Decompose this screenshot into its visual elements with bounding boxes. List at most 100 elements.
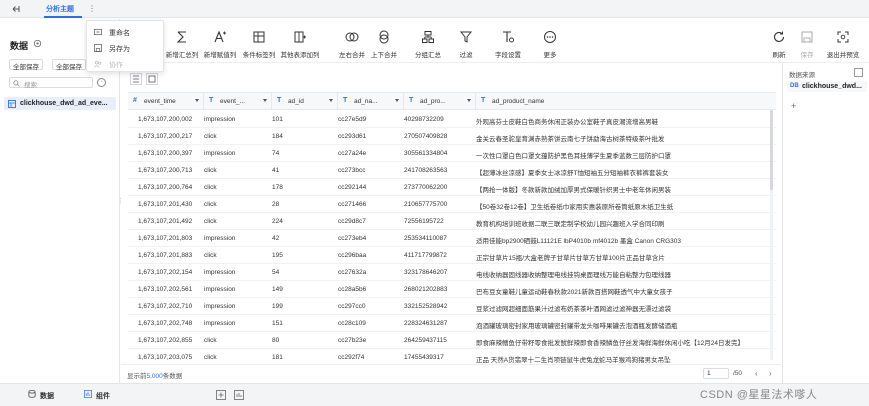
table-row[interactable]: 1,673,107,201,430 click 28 cc271466 21065777… [128, 196, 776, 213]
table-cell: 181 [272, 354, 283, 361]
table-cell: 268021202883 [404, 286, 448, 293]
chevron-down-icon[interactable] [395, 99, 399, 102]
join-icon [345, 32, 359, 42]
expand-icon[interactable] [854, 68, 863, 77]
column-header[interactable]: T event_... [204, 93, 272, 110]
table-row[interactable]: 1,673,107,201,492 click 224 cc29d8c7 7255619… [128, 213, 776, 230]
exit-preview-button[interactable]: 退出并预览 [823, 19, 863, 63]
table-cell: 241708263563 [404, 167, 448, 174]
column-type-icon: T [409, 97, 414, 104]
more-button[interactable]: 更多 [537, 19, 563, 63]
table-cell: cc27e5d9 [338, 116, 367, 123]
source-item[interactable]: DB clickhouse_dwd... [787, 81, 867, 92]
column-header[interactable]: T ad_id [272, 93, 338, 110]
page-total: /50 [733, 370, 743, 377]
table-cell: 199 [272, 303, 283, 310]
save-button[interactable]: 保存 [797, 19, 817, 63]
source-name: clickhouse_dwd... [802, 83, 862, 90]
field-settings-button[interactable]: 字段设置 [491, 19, 525, 63]
chevron-down-icon[interactable] [263, 99, 267, 102]
group-summary-button[interactable]: 分组汇总 [411, 19, 445, 63]
search-input[interactable]: 搜索 [9, 77, 93, 89]
table-row[interactable]: 1,673,107,200,397 impression 74 cc27a24e 305… [128, 145, 776, 162]
add-summary-column-button[interactable]: 新增汇总列 [163, 19, 201, 63]
add-dataset-icon[interactable] [216, 390, 226, 400]
table-cell: 1,673,107,200,217 [138, 133, 193, 140]
tool-label: 过滤 [459, 52, 473, 59]
column-type-icon: T [277, 97, 282, 104]
table-row[interactable]: 1,673,107,202,855 click 80 cc27b23e 26425943… [128, 332, 776, 349]
table-cell: cc297cc0 [338, 303, 366, 310]
table-cell: 224 [272, 218, 283, 225]
column-header[interactable]: T ad_na... [338, 93, 404, 110]
page-input[interactable]: 1 [703, 368, 729, 379]
column-header[interactable]: T ad_pro... [404, 93, 476, 110]
table-cell: impression [204, 150, 236, 157]
formula-column-icon [214, 30, 226, 43]
chevron-down-icon[interactable] [467, 99, 471, 102]
add-formula-column-button[interactable]: 新增赋值列 [201, 19, 239, 63]
add-component-icon[interactable] [234, 390, 244, 400]
table-row[interactable]: 1,673,107,202,154 impression 54 cc27632a 323… [128, 264, 776, 281]
left-right-join-button[interactable]: 左右合并 [335, 19, 369, 63]
tab-more-icon[interactable]: ⋮ [88, 5, 96, 15]
column-header[interactable]: # event_time [128, 93, 204, 110]
table-cell: 17455439317 [404, 354, 444, 361]
table-cell: cc296baa [338, 252, 367, 259]
data-table: # event_time T event_... T ad_id T ad_na… [128, 92, 776, 364]
table-row[interactable]: 1,673,107,200,217 click 184 cc293d61 2705074… [128, 128, 776, 145]
table-row[interactable]: 1,673,107,200,002 impression 101 cc27e5d9 40… [128, 111, 776, 128]
next-page-icon[interactable]: › [769, 369, 772, 378]
table-cell: 184 [272, 133, 283, 140]
table-cell: impression [204, 269, 236, 276]
table-cell: 1,673,107,202,855 [138, 337, 193, 344]
save-all-button-2[interactable]: 全部保存 [52, 59, 86, 71]
table-cell: 【两抢一体版】冬款新款加绒加厚男式保暖针织男士中老年休闲男装 [476, 187, 671, 194]
tab-analysis-topic[interactable]: 分析主题 [46, 4, 74, 14]
bottom-tab-label: 组件 [96, 393, 110, 400]
table-row[interactable]: 1,673,107,202,710 impression 199 cc297cc0 33… [128, 298, 776, 315]
filter-button[interactable]: 过滤 [453, 19, 479, 63]
bottom-tab-data[interactable]: 数据 [28, 388, 68, 402]
more-options-icon[interactable]: · [97, 78, 106, 87]
gear-icon[interactable] [33, 39, 42, 48]
prev-page-icon[interactable]: ‹ [755, 369, 758, 378]
chevron-down-icon[interactable] [195, 99, 199, 102]
field-setting-icon [503, 31, 514, 43]
vertical-scrollbar[interactable] [770, 110, 773, 360]
resize-handle[interactable]: ⋮ [117, 197, 124, 205]
table-row[interactable]: 1,673,107,201,803 impression 42 cc273eb4 253… [128, 230, 776, 247]
table-row[interactable]: 1,673,107,200,764 click 178 cc292144 2737700… [128, 179, 776, 196]
table-cell: 305561334804 [404, 150, 448, 157]
up-down-union-button[interactable]: 上下合并 [367, 19, 401, 63]
table-cell: cc273eb4 [338, 235, 367, 242]
save-all-button[interactable]: 全部保存 [9, 59, 43, 71]
refresh-button[interactable]: 刷新 [769, 19, 789, 63]
table-row[interactable]: 1,673,107,202,748 impression 151 cc28c109 22… [128, 315, 776, 332]
add-source-icon[interactable]: + [791, 101, 796, 111]
column-header[interactable]: T ad_product_name [476, 93, 776, 110]
view-switch[interactable] [130, 73, 160, 85]
panel-title: 数据 [10, 41, 29, 51]
table-row[interactable]: 1,673,107,200,713 click 41 cc273bcc 24170826… [128, 162, 776, 179]
back-icon[interactable] [10, 3, 22, 15]
rename-highlight-box [86, 20, 164, 72]
chevron-down-icon[interactable] [329, 99, 333, 102]
table-cell: 1,673,107,200,002 [138, 116, 193, 123]
table-row[interactable]: 1,673,107,202,561 impression 149 cc28a5b6 26… [128, 281, 776, 298]
add-column-from-table-button[interactable]: 其他表添加列 [279, 19, 321, 63]
tool-label: 刷新 [772, 52, 786, 59]
dataset-item[interactable]: clickhouse_dwd_ad_eve... [4, 97, 116, 110]
table-cell: cc293d61 [338, 133, 367, 140]
table-cell: 1,673,107,202,710 [138, 303, 193, 310]
table-cell: 195 [272, 252, 283, 259]
scrollbar-thumb[interactable] [770, 110, 773, 190]
table-cell: 1,673,107,202,561 [138, 286, 193, 293]
condition-tag-column-button[interactable]: 条件标签列 [240, 19, 278, 63]
table-cell: click [204, 201, 217, 208]
table-cell: cc271466 [338, 201, 367, 208]
table-cell: 正品 天然A货翡翠十二生肖项链鼠牛虎兔龙蛇马羊猴鸡狗猪男女吊坠 [476, 357, 671, 364]
bottom-tab-component[interactable]: 组件 [84, 388, 124, 402]
table-row[interactable]: 1,673,107,203,075 click 181 cc292f74 1745543… [128, 349, 776, 364]
table-row[interactable]: 1,673,107,201,883 click 195 cc296baa 4117177… [128, 247, 776, 264]
